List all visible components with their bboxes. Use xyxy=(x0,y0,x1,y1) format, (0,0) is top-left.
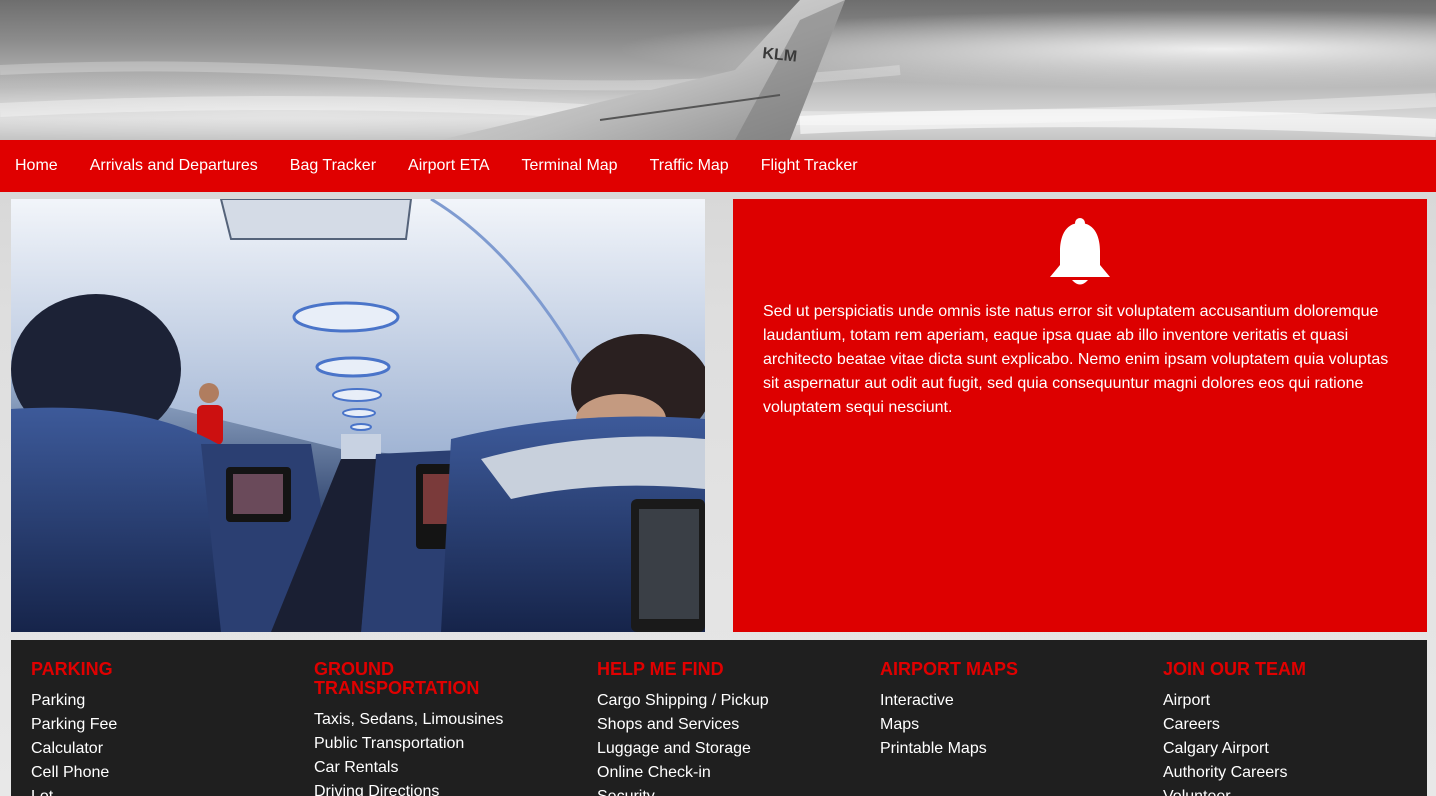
nav-flight-tracker[interactable]: Flight Tracker xyxy=(761,157,858,175)
nav-bag-tracker[interactable]: Bag Tracker xyxy=(290,157,376,175)
footer-link[interactable]: Security xyxy=(597,785,857,796)
footer-link[interactable]: Car Rentals xyxy=(314,756,514,780)
footer-link[interactable]: Calgary Airport xyxy=(1163,737,1423,761)
cabin-photo xyxy=(11,199,705,632)
footer-link[interactable]: Volunteer xyxy=(1163,785,1423,796)
footer-link[interactable]: Lot xyxy=(31,785,291,796)
footer-link[interactable]: Maps xyxy=(880,713,1140,737)
footer-link[interactable]: Shops and Services xyxy=(597,713,857,737)
footer: PARKING Parking Parking Fee Calculator C… xyxy=(11,640,1427,796)
footer-link[interactable]: Printable Maps xyxy=(880,737,1140,761)
nav-traffic-map[interactable]: Traffic Map xyxy=(650,157,729,175)
nav-home[interactable]: Home xyxy=(15,157,58,175)
footer-heading: AIRPORT MAPS xyxy=(880,659,1019,679)
footer-heading: HELP ME FIND xyxy=(597,659,724,679)
footer-heading: PARKING xyxy=(31,659,113,679)
airplane-wing-image: KLM xyxy=(0,0,1436,140)
footer-column-join-our-team: JOIN OUR TEAM Airport Careers Calgary Ai… xyxy=(1163,660,1423,796)
footer-link[interactable]: Online Check-in xyxy=(597,761,857,785)
footer-column-parking: PARKING Parking Parking Fee Calculator C… xyxy=(31,660,291,796)
footer-link[interactable]: Driving Directions xyxy=(314,780,514,796)
main-nav: Home Arrivals and Departures Bag Tracker… xyxy=(0,140,1436,192)
nav-airport-eta[interactable]: Airport ETA xyxy=(408,157,490,175)
footer-link[interactable]: Cargo Shipping / Pickup xyxy=(597,689,857,713)
hero-banner: KLM xyxy=(0,0,1436,140)
footer-link[interactable]: Calculator xyxy=(31,737,291,761)
bell-icon xyxy=(1050,218,1110,285)
nav-arrivals-departures[interactable]: Arrivals and Departures xyxy=(90,157,258,175)
notice-text: Sed ut perspiciatis unde omnis iste natu… xyxy=(763,303,1389,416)
footer-link[interactable]: Luggage and Storage xyxy=(597,737,857,761)
footer-link[interactable]: Airport xyxy=(1163,689,1423,713)
footer-column-help-me-find: HELP ME FIND Cargo Shipping / Pickup Sho… xyxy=(597,660,857,796)
footer-heading: GROUND TRANSPORTATION xyxy=(314,659,480,698)
footer-column-ground-transportation: GROUND TRANSPORTATION Taxis, Sedans, Lim… xyxy=(314,660,514,796)
footer-link[interactable]: Cell Phone xyxy=(31,761,291,785)
footer-column-airport-maps: AIRPORT MAPS Interactive Maps Printable … xyxy=(880,660,1140,761)
footer-link[interactable]: Interactive xyxy=(880,689,1140,713)
notice-card: Sed ut perspiciatis unde omnis iste natu… xyxy=(733,199,1427,632)
footer-link[interactable]: Parking xyxy=(31,689,291,713)
footer-link[interactable]: Authority Careers xyxy=(1163,761,1423,785)
footer-link[interactable]: Public Transportation xyxy=(314,732,514,756)
footer-heading: JOIN OUR TEAM xyxy=(1163,659,1307,679)
footer-link[interactable]: Careers xyxy=(1163,713,1423,737)
nav-terminal-map[interactable]: Terminal Map xyxy=(522,157,618,175)
footer-link[interactable]: Parking Fee xyxy=(31,713,291,737)
footer-link[interactable]: Taxis, Sedans, Limousines xyxy=(314,708,514,732)
wing-logo: KLM xyxy=(762,45,798,66)
